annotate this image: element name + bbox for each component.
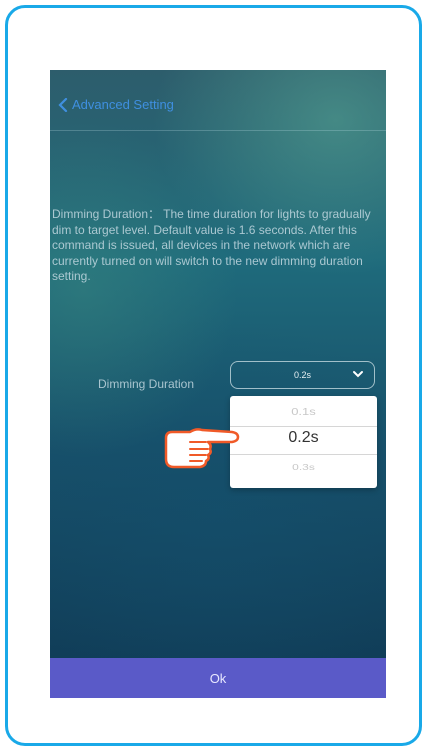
picker-option-selected[interactable]: 0.2s [230, 429, 377, 447]
picker-divider [230, 454, 377, 455]
chevron-down-icon [353, 371, 363, 378]
nav-bar: Advanced Setting [50, 70, 386, 131]
back-label: Advanced Setting [72, 97, 174, 112]
picker-option[interactable]: 0.1s [230, 406, 377, 417]
dimming-duration-select[interactable]: 0.2s [230, 361, 375, 389]
chevron-left-icon [58, 97, 68, 112]
duration-picker[interactable]: 0.1s 0.2s 0.3s [230, 396, 377, 488]
phone-screen: Advanced Setting Dimming Duration： The t… [50, 70, 386, 698]
ok-button[interactable]: Ok [50, 658, 386, 698]
dimming-description: Dimming Duration： The time duration for … [52, 207, 371, 283]
dimming-duration-label: Dimming Duration [98, 377, 195, 391]
picker-option[interactable]: 0.3s [230, 462, 377, 472]
picker-divider [230, 426, 377, 427]
back-button[interactable]: Advanced Setting [58, 97, 174, 112]
pointing-hand-icon [164, 428, 240, 469]
selected-value: 0.2s [293, 370, 311, 380]
